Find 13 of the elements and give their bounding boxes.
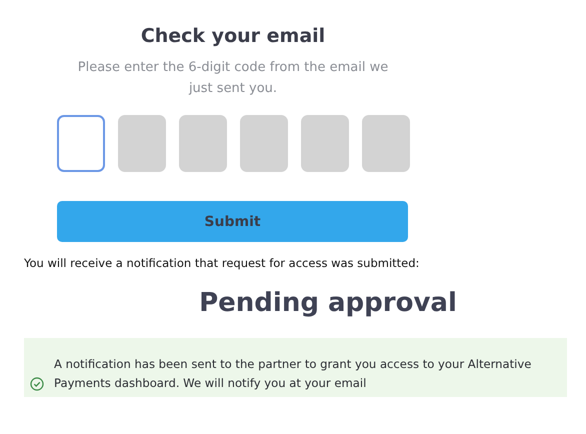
submit-button[interactable]: Submit	[57, 201, 408, 242]
instructions-text: Please enter the 6-digit code from the email we just sent you.	[76, 59, 390, 98]
code-digit-field[interactable]	[362, 115, 410, 172]
code-digit-field[interactable]	[240, 115, 288, 172]
check-circle-icon	[30, 377, 44, 391]
page-title: Check your email	[140, 25, 326, 47]
notice-text: You will receive a notification that request for access was submitted:	[24, 256, 420, 270]
code-digit-field[interactable]	[118, 115, 166, 172]
status-title: Pending approval	[198, 288, 458, 318]
status-message: A notification has been sent to the partner to grant you access to your Alternative Payments dashboard. We will notify you at your email	[54, 356, 532, 392]
code-digit-field[interactable]	[179, 115, 227, 172]
code-digit-field[interactable]	[57, 115, 105, 172]
code-digit-field[interactable]	[301, 115, 349, 172]
